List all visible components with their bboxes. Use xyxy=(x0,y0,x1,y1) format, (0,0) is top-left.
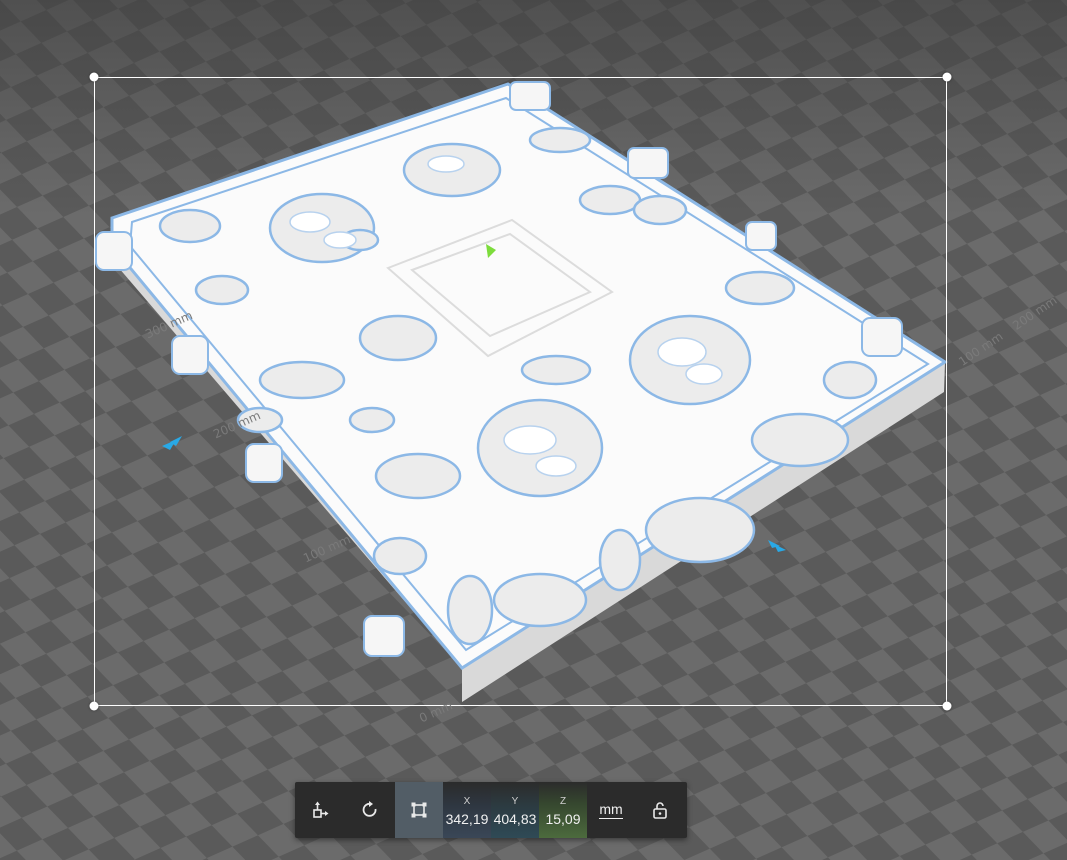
lock-proportions-button[interactable] xyxy=(635,782,685,838)
rotate-icon xyxy=(362,801,377,817)
bbox-handle-top-left[interactable] xyxy=(89,72,99,82)
scale-icon xyxy=(411,802,427,818)
rotate-tool-button[interactable] xyxy=(345,782,395,838)
unlock-icon xyxy=(653,802,667,819)
move-icon xyxy=(313,801,329,818)
unit-label: mm xyxy=(599,801,623,819)
dimension-x-label: X xyxy=(463,795,471,807)
3d-viewport[interactable]: 0 mm 100 mm 200 mm 300 mm 100 mm 200 mm xyxy=(0,0,1067,860)
dimension-y-field[interactable]: Y 404,83 xyxy=(491,782,539,838)
dimension-z-label: Z xyxy=(559,795,567,807)
bbox-handle-bottom-left[interactable] xyxy=(89,701,99,711)
bbox-handle-bottom-right[interactable] xyxy=(942,701,952,711)
dimension-z-field[interactable]: Z 15,09 xyxy=(539,782,587,838)
bbox-handle-top-right[interactable] xyxy=(942,72,952,82)
transform-toolbar: X 342,19 Y 404,83 Z 15,09 mm xyxy=(295,782,687,838)
unit-selector[interactable]: mm xyxy=(587,782,635,838)
dimension-y-label: Y xyxy=(511,795,519,807)
dimension-y-value[interactable]: 404,83 xyxy=(494,811,537,827)
move-tool-button[interactable] xyxy=(295,782,345,838)
scale-tool-button[interactable] xyxy=(395,782,443,838)
dimension-fields: X 342,19 Y 404,83 Z 15,09 xyxy=(443,782,587,838)
dimension-x-value[interactable]: 342,19 xyxy=(446,811,489,827)
build-plate xyxy=(0,0,1067,860)
dimension-x-field[interactable]: X 342,19 xyxy=(443,782,491,838)
dimension-z-value[interactable]: 15,09 xyxy=(545,811,580,827)
